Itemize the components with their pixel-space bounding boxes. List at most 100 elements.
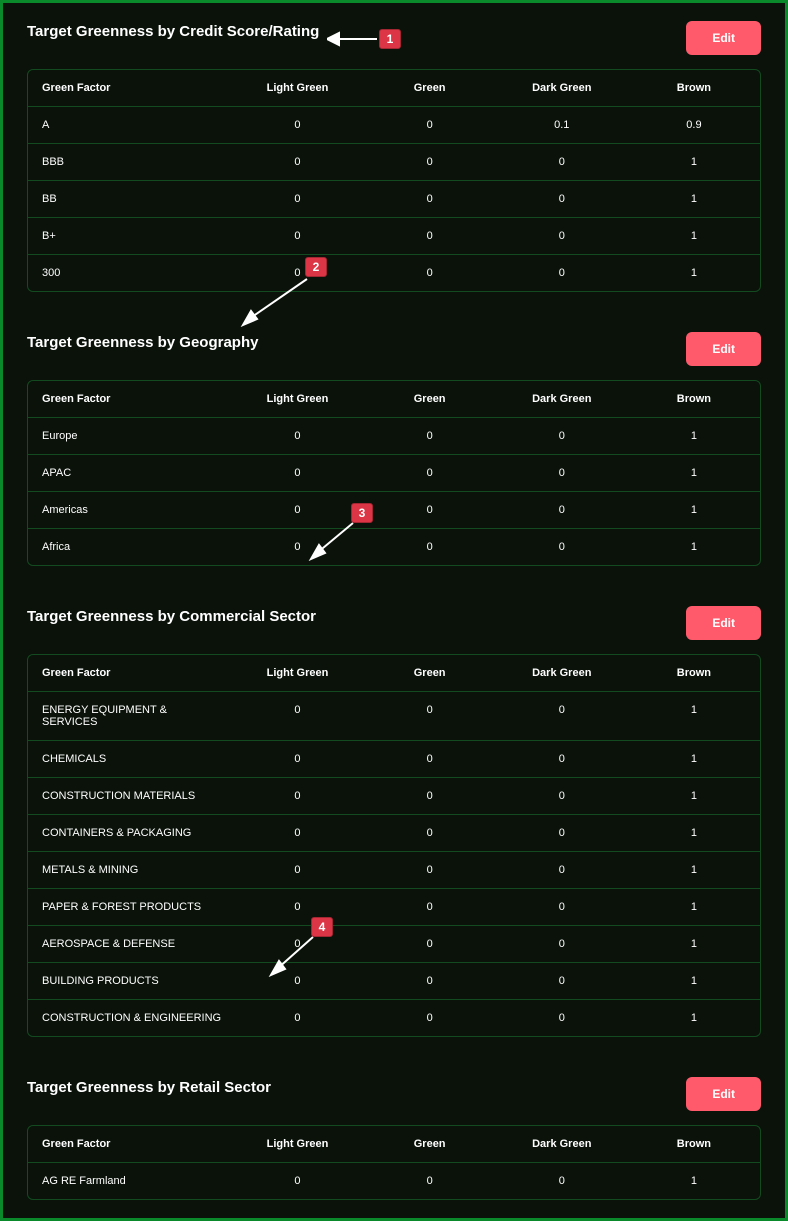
cell: 0	[231, 107, 363, 143]
cell: 0	[496, 741, 628, 777]
cell: A	[28, 107, 231, 143]
cell: 0	[496, 926, 628, 962]
col-brown: Brown	[628, 70, 760, 106]
cell: 1	[628, 778, 760, 814]
table-row: CONTAINERS & PACKAGING 0 0 0 1	[28, 814, 760, 851]
col-dark-green: Dark Green	[496, 70, 628, 106]
cell: CONSTRUCTION & ENGINEERING	[28, 1000, 231, 1036]
table-header-row: Green Factor Light Green Green Dark Gree…	[28, 381, 760, 417]
cell: 0	[364, 926, 496, 962]
cell: 0	[496, 492, 628, 528]
table-row: CHEMICALS 0 0 0 1	[28, 740, 760, 777]
table-row: METALS & MINING 0 0 0 1	[28, 851, 760, 888]
section-credit-score: Target Greenness by Credit Score/Rating …	[27, 21, 761, 292]
table-row: B+ 0 0 0 1	[28, 217, 760, 254]
cell: ENERGY EQUIPMENT & SERVICES	[28, 692, 231, 740]
cell: PAPER & FOREST PRODUCTS	[28, 889, 231, 925]
table-commercial-sector: Green Factor Light Green Green Dark Gree…	[27, 654, 761, 1037]
col-light-green: Light Green	[231, 655, 363, 691]
cell: 1	[628, 815, 760, 851]
table-geography: Green Factor Light Green Green Dark Gree…	[27, 380, 761, 566]
section-header: Target Greenness by Retail Sector Edit	[27, 1077, 761, 1111]
table-row: AEROSPACE & DEFENSE 0 0 0 1	[28, 925, 760, 962]
cell: BUILDING PRODUCTS	[28, 963, 231, 999]
cell: 0	[364, 815, 496, 851]
cell: 0	[496, 144, 628, 180]
cell: B+	[28, 218, 231, 254]
cell: 0	[496, 455, 628, 491]
table-row: ENERGY EQUIPMENT & SERVICES 0 0 0 1	[28, 691, 760, 740]
cell: 0	[496, 815, 628, 851]
cell: 0	[496, 1000, 628, 1036]
table-row: AG RE Farmland 0 0 0 1	[28, 1162, 760, 1199]
cell: 0	[364, 144, 496, 180]
cell: 1	[628, 181, 760, 217]
cell: AG RE Farmland	[28, 1163, 231, 1199]
cell: 0	[231, 1163, 363, 1199]
col-green: Green	[364, 655, 496, 691]
cell: 0	[496, 181, 628, 217]
section-commercial-sector: Target Greenness by Commercial Sector Ed…	[27, 606, 761, 1037]
cell: 0	[496, 1163, 628, 1199]
col-light-green: Light Green	[231, 381, 363, 417]
table-row: CONSTRUCTION MATERIALS 0 0 0 1	[28, 777, 760, 814]
cell: 0	[231, 144, 363, 180]
cell: 0	[364, 529, 496, 565]
annotation-arrow-icon	[307, 521, 357, 561]
cell: 1	[628, 529, 760, 565]
col-green: Green	[364, 1126, 496, 1162]
cell: 0	[364, 741, 496, 777]
section-retail-sector: Target Greenness by Retail Sector Edit G…	[27, 1077, 761, 1200]
cell: 0	[364, 1163, 496, 1199]
cell: 0	[231, 889, 363, 925]
table-row: 300 0 0 0 1	[28, 254, 760, 291]
col-dark-green: Dark Green	[496, 381, 628, 417]
table-row: BBB 0 0 0 1	[28, 143, 760, 180]
table-row: PAPER & FOREST PRODUCTS 0 0 0 1	[28, 888, 760, 925]
cell: AEROSPACE & DEFENSE	[28, 926, 231, 962]
cell: 1	[628, 218, 760, 254]
col-light-green: Light Green	[231, 1126, 363, 1162]
section-title: Target Greenness by Retail Sector	[27, 1077, 271, 1096]
col-brown: Brown	[628, 381, 760, 417]
cell: 0	[231, 1000, 363, 1036]
cell: 0	[496, 255, 628, 291]
cell: 1	[628, 1163, 760, 1199]
col-green-factor: Green Factor	[28, 655, 231, 691]
cell: 0	[496, 529, 628, 565]
cell: 0	[364, 107, 496, 143]
cell: Africa	[28, 529, 231, 565]
table-row: Africa 0 0 0 1	[28, 528, 760, 565]
cell: METALS & MINING	[28, 852, 231, 888]
cell: 0	[364, 181, 496, 217]
table-header-row: Green Factor Light Green Green Dark Gree…	[28, 655, 760, 691]
edit-button[interactable]: Edit	[686, 21, 761, 55]
cell: 0	[231, 455, 363, 491]
cell: 300	[28, 255, 231, 291]
col-green: Green	[364, 70, 496, 106]
col-green-factor: Green Factor	[28, 1126, 231, 1162]
table-row: A 0 0 0.1 0.9	[28, 106, 760, 143]
cell: 0	[364, 1000, 496, 1036]
cell: 0	[364, 852, 496, 888]
table-row: APAC 0 0 0 1	[28, 454, 760, 491]
edit-button[interactable]: Edit	[686, 606, 761, 640]
cell: 1	[628, 963, 760, 999]
annotation-arrow-icon	[267, 935, 317, 977]
section-title: Target Greenness by Commercial Sector	[27, 606, 316, 625]
cell: 1	[628, 692, 760, 740]
cell: CONTAINERS & PACKAGING	[28, 815, 231, 851]
edit-button[interactable]: Edit	[686, 1077, 761, 1111]
cell: 1	[628, 492, 760, 528]
cell: 0.1	[496, 107, 628, 143]
table-credit-score: Green Factor Light Green Green Dark Gree…	[27, 69, 761, 292]
cell: 0	[364, 692, 496, 740]
section-title: Target Greenness by Geography	[27, 332, 258, 351]
section-header: Target Greenness by Commercial Sector Ed…	[27, 606, 761, 640]
edit-button[interactable]: Edit	[686, 332, 761, 366]
cell: 0	[364, 218, 496, 254]
cell: CONSTRUCTION MATERIALS	[28, 778, 231, 814]
cell: 0	[496, 218, 628, 254]
cell: 0	[364, 418, 496, 454]
table-header-row: Green Factor Light Green Green Dark Gree…	[28, 1126, 760, 1162]
